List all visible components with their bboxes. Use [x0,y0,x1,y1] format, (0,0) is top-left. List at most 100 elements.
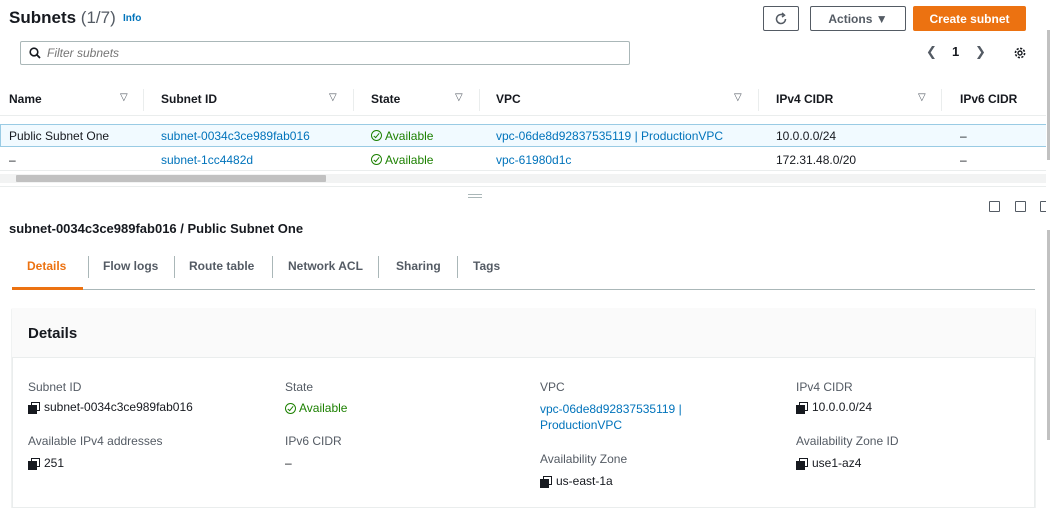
page-title: Subnets (1/7) [9,8,116,28]
scrollbar-thumb[interactable] [1047,230,1050,440]
copy-icon[interactable] [796,401,808,414]
tab-network-acl[interactable]: Network ACL [288,259,363,273]
copy-icon[interactable] [28,401,40,414]
tab-sharing[interactable]: Sharing [396,259,441,273]
sort-icon[interactable]: ▽ [918,92,926,103]
subnet-id-label: Subnet ID [28,380,82,394]
tab-separator [88,256,89,278]
tab-flow-logs[interactable]: Flow logs [103,259,158,273]
actions-button[interactable]: Actions ▼ [810,6,906,31]
column-header-vpc[interactable]: VPC [496,92,521,106]
az-id-label: Availability Zone ID [796,434,899,448]
available-check-icon [371,130,382,141]
tab-tags[interactable]: Tags [473,259,500,273]
detail-title: subnet-0034c3ce989fab016 / Public Subnet… [9,221,304,236]
ipv6-cidr-label: IPv6 CIDR [285,434,342,448]
az-id-text: use1-az4 [812,456,862,470]
tab-details[interactable]: Details [27,259,66,273]
cell-vpc[interactable]: vpc-06de8d92837535119 | ProductionVPC [496,129,723,143]
column-header-ipv6-cidr[interactable]: IPv6 CIDR [960,92,1017,106]
panel-full-icon[interactable] [1015,201,1026,212]
tab-separator [272,256,273,278]
column-divider [758,89,759,111]
prev-page-icon[interactable]: ❮ [926,44,937,60]
cell-subnet-id[interactable]: subnet-1cc4482d [161,153,253,167]
copy-icon[interactable] [796,457,808,470]
create-subnet-button[interactable]: Create subnet [913,6,1026,31]
cell-ipv4-cidr: 10.0.0.0/24 [776,129,837,143]
state-text: Available [299,401,348,415]
sort-icon[interactable]: ▽ [329,92,337,103]
ipv4-cidr-value: 10.0.0.0/24 [796,400,872,414]
column-header-name[interactable]: Name [9,92,42,106]
search-input[interactable] [47,46,607,60]
scrollbar-thumb[interactable] [16,175,326,182]
copy-icon[interactable] [28,457,40,470]
subnet-id-text: subnet-0034c3ce989fab016 [44,400,193,414]
details-card-header [12,308,1035,358]
tab-underline [12,289,1035,290]
state-label: State [285,380,314,394]
az-id-value: use1-az4 [796,456,861,470]
refresh-button[interactable] [763,6,799,31]
vpc-link-name[interactable]: ProductionVPC [540,418,622,432]
state-text: Available [385,129,434,143]
tab-separator [378,256,379,278]
page-number[interactable]: 1 [952,44,959,59]
sort-icon[interactable]: ▽ [455,92,463,103]
active-tab-indicator [12,287,83,290]
refresh-icon [775,11,787,24]
info-link[interactable]: Info [123,13,141,24]
column-header-state[interactable]: State [371,92,400,106]
sort-icon[interactable]: ▽ [734,92,742,103]
state-value: Available [285,401,347,415]
resize-handle-icon[interactable] [468,194,482,198]
vpc-label: VPC [540,380,565,394]
vpc-link[interactable]: vpc-06de8d92837535119 | [540,402,682,416]
tab-separator [174,256,175,278]
cell-name: – [9,153,16,167]
sort-icon[interactable]: ▽ [120,92,128,103]
available-ipv4-label: Available IPv4 addresses [28,434,163,448]
ipv4-cidr-label: IPv4 CIDR [796,380,853,394]
column-header-subnet-id[interactable]: Subnet ID [161,92,217,106]
tab-route-table[interactable]: Route table [189,259,254,273]
title-text: Subnets [9,8,77,27]
availability-zone-label: Availability Zone [540,452,628,466]
column-divider [479,89,480,111]
availability-zone-value: us-east-1a [540,474,613,488]
subnet-id-value: subnet-0034c3ce989fab016 [28,400,193,414]
column-divider [941,89,942,111]
split-divider [0,186,1051,187]
cell-ipv4-cidr: 172.31.48.0/20 [776,153,857,167]
ipv6-cidr-value: – [285,456,292,470]
available-ipv4-text: 251 [44,456,65,470]
state-text: Available [385,153,434,167]
search-icon [29,47,41,59]
scrollbar-thumb[interactable] [1047,30,1050,160]
cell-ipv6-cidr: – [960,153,967,167]
settings-gear-icon[interactable] [1013,46,1027,60]
next-page-icon[interactable]: ❯ [975,44,986,60]
column-header-ipv4-cidr[interactable]: IPv4 CIDR [776,92,833,106]
search-box[interactable] [20,41,630,65]
available-ipv4-value: 251 [28,456,64,470]
panel-bottom-icon[interactable] [989,201,1000,212]
cell-vpc[interactable]: vpc-61980d1c [496,153,571,167]
selection-count: (1/7) [80,8,116,27]
cell-subnet-id[interactable]: subnet-0034c3ce989fab016 [161,129,310,143]
subnets-panel: Subnets (1/7) Info Actions ▼ Create subn… [0,0,1051,185]
ipv4-cidr-text: 10.0.0.0/24 [812,400,873,414]
tab-separator [457,256,458,278]
vertical-scrollbar[interactable] [1046,0,1051,485]
cell-name: Public Subnet One [9,129,110,143]
column-divider [353,89,354,111]
available-check-icon [285,402,296,414]
cell-state: Available [371,153,433,167]
details-card-title: Details [28,325,78,342]
availability-zone-text: us-east-1a [556,474,613,488]
column-divider [143,89,144,111]
available-check-icon [371,154,382,165]
cell-state: Available [371,129,433,143]
table-header [0,82,1051,116]
